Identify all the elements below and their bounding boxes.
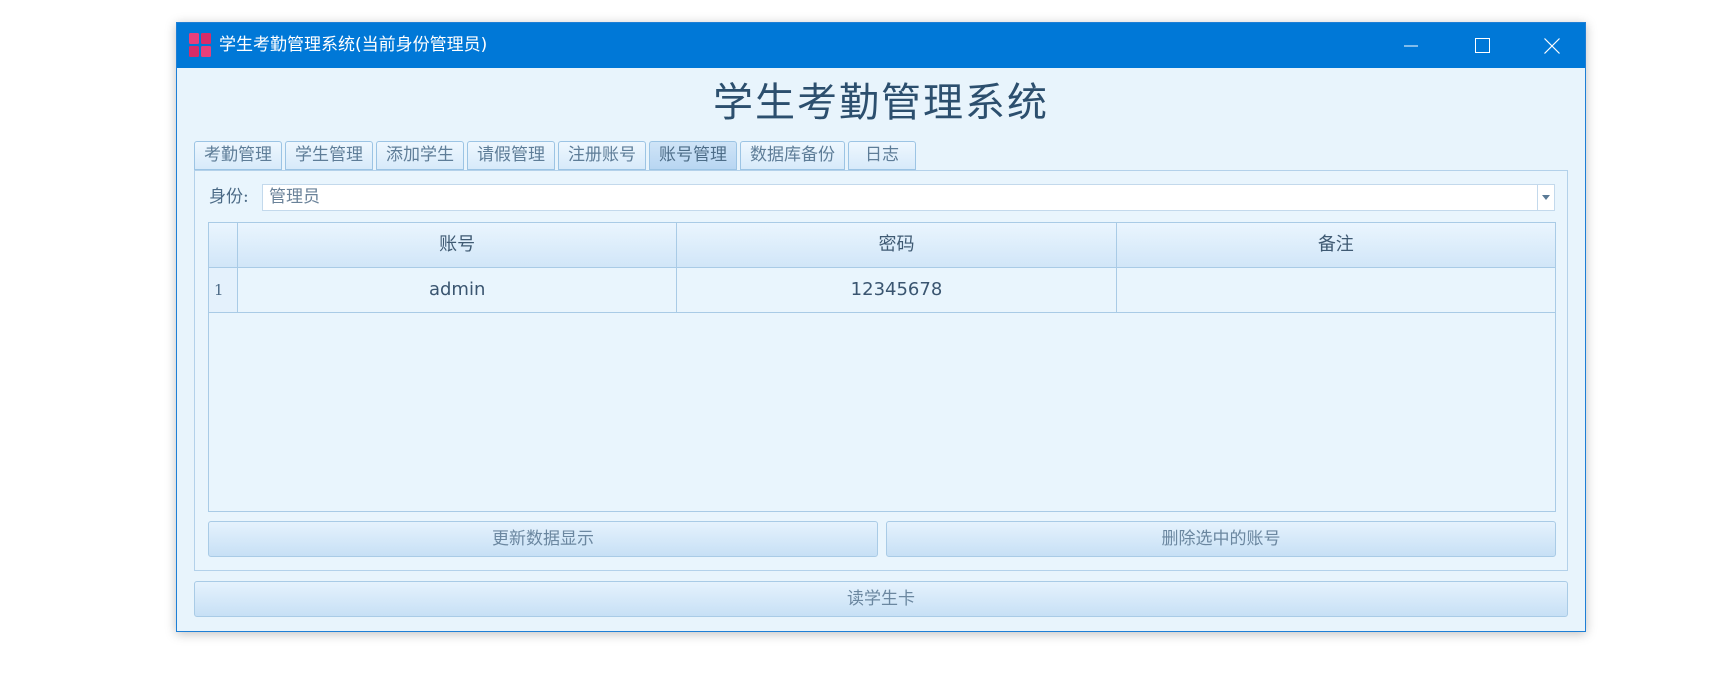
tab-register[interactable]: 注册账号: [558, 141, 646, 170]
tab-bar: 考勤管理 学生管理 添加学生 请假管理 注册账号 账号管理 数据库备份 日志: [194, 141, 919, 170]
tab-attendance[interactable]: 考勤管理: [194, 141, 282, 170]
minimize-button[interactable]: [1376, 23, 1446, 68]
maximize-icon: [1474, 38, 1490, 53]
role-select[interactable]: 管理员: [262, 184, 1555, 211]
window-title: 学生考勤管理系统(当前身份管理员): [219, 35, 488, 55]
column-header-password[interactable]: 密码: [677, 223, 1117, 268]
minimize-icon: [1404, 39, 1418, 53]
tab-accounts[interactable]: 账号管理: [649, 141, 737, 170]
chevron-down-icon[interactable]: [1537, 185, 1554, 210]
close-button[interactable]: [1517, 23, 1587, 68]
cell-remark[interactable]: [1116, 268, 1555, 313]
tab-log[interactable]: 日志: [848, 141, 916, 170]
role-label: 身份:: [209, 187, 249, 207]
accounts-table: 账号 密码 备注 1 admin 12345678: [208, 222, 1556, 512]
account-management-panel: 身份: 管理员 账号 密码 备注 1 admin 12345678 更新数据显示…: [194, 170, 1568, 571]
app-logo-icon: [189, 33, 211, 57]
table-corner[interactable]: [209, 223, 238, 268]
tab-add-student[interactable]: 添加学生: [376, 141, 464, 170]
title-bar[interactable]: 学生考勤管理系统(当前身份管理员): [177, 23, 1585, 68]
column-header-remark[interactable]: 备注: [1116, 223, 1555, 268]
refresh-data-button[interactable]: 更新数据显示: [208, 521, 878, 557]
main-window: 学生考勤管理系统(当前身份管理员) 学生考勤管理系统 考勤管理 学生管理 添加学…: [176, 22, 1586, 632]
table-header-row: 账号 密码 备注: [209, 223, 1555, 268]
delete-account-button[interactable]: 删除选中的账号: [886, 521, 1556, 557]
row-number[interactable]: 1: [209, 268, 238, 313]
maximize-button[interactable]: [1447, 23, 1517, 68]
close-icon: [1544, 37, 1560, 54]
table-row[interactable]: 1 admin 12345678: [209, 268, 1555, 313]
tab-leave[interactable]: 请假管理: [467, 141, 555, 170]
read-student-card-button[interactable]: 读学生卡: [194, 581, 1568, 617]
tab-students[interactable]: 学生管理: [285, 141, 373, 170]
role-select-value: 管理员: [269, 187, 320, 207]
app-heading: 学生考勤管理系统: [713, 80, 1049, 126]
column-header-account[interactable]: 账号: [238, 223, 678, 268]
cell-password[interactable]: 12345678: [677, 268, 1117, 313]
tab-backup[interactable]: 数据库备份: [740, 141, 845, 170]
cell-account[interactable]: admin: [238, 268, 678, 313]
